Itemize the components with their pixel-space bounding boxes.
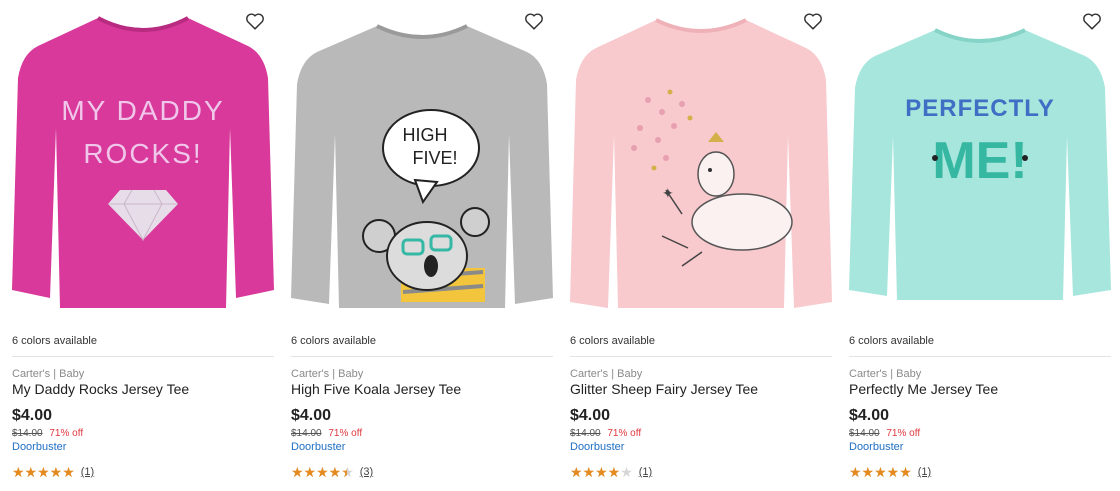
- was-price: $14.00: [849, 428, 880, 439]
- promo-link[interactable]: Doorbuster: [291, 441, 345, 453]
- product-card[interactable]: PERFECTLY ME! 6 colors available Carter'…: [849, 0, 1111, 491]
- wishlist-heart-icon[interactable]: [244, 10, 266, 32]
- graphic-text-line-2: ME!: [932, 132, 1027, 190]
- review-count-link[interactable]: (1): [639, 466, 652, 478]
- shirt-pink-light-image: ✦: [570, 18, 832, 308]
- product-title-link[interactable]: Perfectly Me Jersey Tee: [849, 381, 998, 397]
- was-price: $14.00: [291, 428, 322, 439]
- discount-label: 71% off: [607, 428, 642, 439]
- rating-row[interactable]: ★★★★★★★★★★ (1): [570, 465, 652, 479]
- product-image[interactable]: MY DADDY ROCKS!: [12, 0, 274, 322]
- graphic-text-line-1: HIGH: [403, 125, 448, 145]
- colors-available-text: 6 colors available: [570, 335, 655, 347]
- svg-text:✦: ✦: [662, 185, 674, 201]
- rating-row[interactable]: ★★★★★★★★★★ (1): [849, 465, 931, 479]
- wishlist-heart-icon[interactable]: [1081, 10, 1103, 32]
- graphic-text-line-2: ROCKS!: [83, 138, 202, 169]
- discount-label: 71% off: [49, 428, 84, 439]
- graphic-text-line-2: FIVE!: [412, 148, 457, 168]
- brand-label: Carter's | Baby: [570, 368, 643, 380]
- wishlist-heart-icon[interactable]: [523, 10, 545, 32]
- shirt-pink-image: MY DADDY ROCKS!: [12, 16, 274, 308]
- price-comparison: $14.00 71% off: [291, 428, 362, 439]
- promo-link[interactable]: Doorbuster: [570, 441, 624, 453]
- colors-available-text: 6 colors available: [12, 335, 97, 347]
- divider: [12, 356, 274, 357]
- graphic-text-line-1: MY DADDY: [61, 95, 224, 126]
- review-count-link[interactable]: (3): [360, 466, 373, 478]
- product-title-link[interactable]: Glitter Sheep Fairy Jersey Tee: [570, 381, 758, 397]
- divider: [291, 356, 553, 357]
- review-count-link[interactable]: (1): [918, 466, 931, 478]
- product-image[interactable]: PERFECTLY ME!: [849, 0, 1111, 322]
- rating-row[interactable]: ★★★★★★★★★★ (1): [12, 465, 94, 479]
- sale-price: $4.00: [849, 407, 890, 424]
- price-comparison: $14.00 71% off: [12, 428, 83, 439]
- review-count-link[interactable]: (1): [81, 466, 94, 478]
- brand-label: Carter's | Baby: [12, 368, 85, 380]
- price-comparison: $14.00 71% off: [570, 428, 641, 439]
- star-rating: ★★★★★★★★★★: [849, 464, 912, 480]
- promo-link[interactable]: Doorbuster: [12, 441, 66, 453]
- sale-price: $4.00: [291, 407, 332, 424]
- sale-price: $4.00: [570, 407, 611, 424]
- product-image[interactable]: ✦: [570, 0, 832, 322]
- brand-label: Carter's | Baby: [849, 368, 922, 380]
- was-price: $14.00: [570, 428, 601, 439]
- product-title-link[interactable]: My Daddy Rocks Jersey Tee: [12, 381, 189, 397]
- sale-price: $4.00: [12, 407, 53, 424]
- product-card[interactable]: ✦ 6 colors available Carter's | Baby Gli…: [570, 0, 832, 491]
- was-price: $14.00: [12, 428, 43, 439]
- star-rating: ★★★★★★★★★★: [12, 464, 75, 480]
- shirt-mint-image: PERFECTLY ME!: [849, 28, 1111, 300]
- rating-row[interactable]: ★★★★★★★★★★ (3): [291, 465, 373, 479]
- colors-available-text: 6 colors available: [291, 335, 376, 347]
- product-title-link[interactable]: High Five Koala Jersey Tee: [291, 381, 461, 397]
- discount-label: 71% off: [328, 428, 363, 439]
- divider: [849, 356, 1111, 357]
- price-comparison: $14.00 71% off: [849, 428, 920, 439]
- star-rating: ★★★★★★★★★★: [291, 464, 354, 480]
- product-card[interactable]: MY DADDY ROCKS! 6 colors available Carte…: [12, 0, 274, 491]
- discount-label: 71% off: [886, 428, 921, 439]
- promo-link[interactable]: Doorbuster: [849, 441, 903, 453]
- brand-label: Carter's | Baby: [291, 368, 364, 380]
- product-card[interactable]: HIGH FIVE! 6 colors available Carter's |…: [291, 0, 553, 491]
- divider: [570, 356, 832, 357]
- colors-available-text: 6 colors available: [849, 335, 934, 347]
- star-rating: ★★★★★★★★★★: [570, 464, 633, 480]
- shirt-gray-image: HIGH FIVE!: [291, 24, 553, 308]
- product-image[interactable]: HIGH FIVE!: [291, 0, 553, 322]
- graphic-text-line-1: PERFECTLY: [905, 95, 1054, 122]
- product-grid: MY DADDY ROCKS! 6 colors available Carte…: [0, 0, 1120, 491]
- wishlist-heart-icon[interactable]: [802, 10, 824, 32]
